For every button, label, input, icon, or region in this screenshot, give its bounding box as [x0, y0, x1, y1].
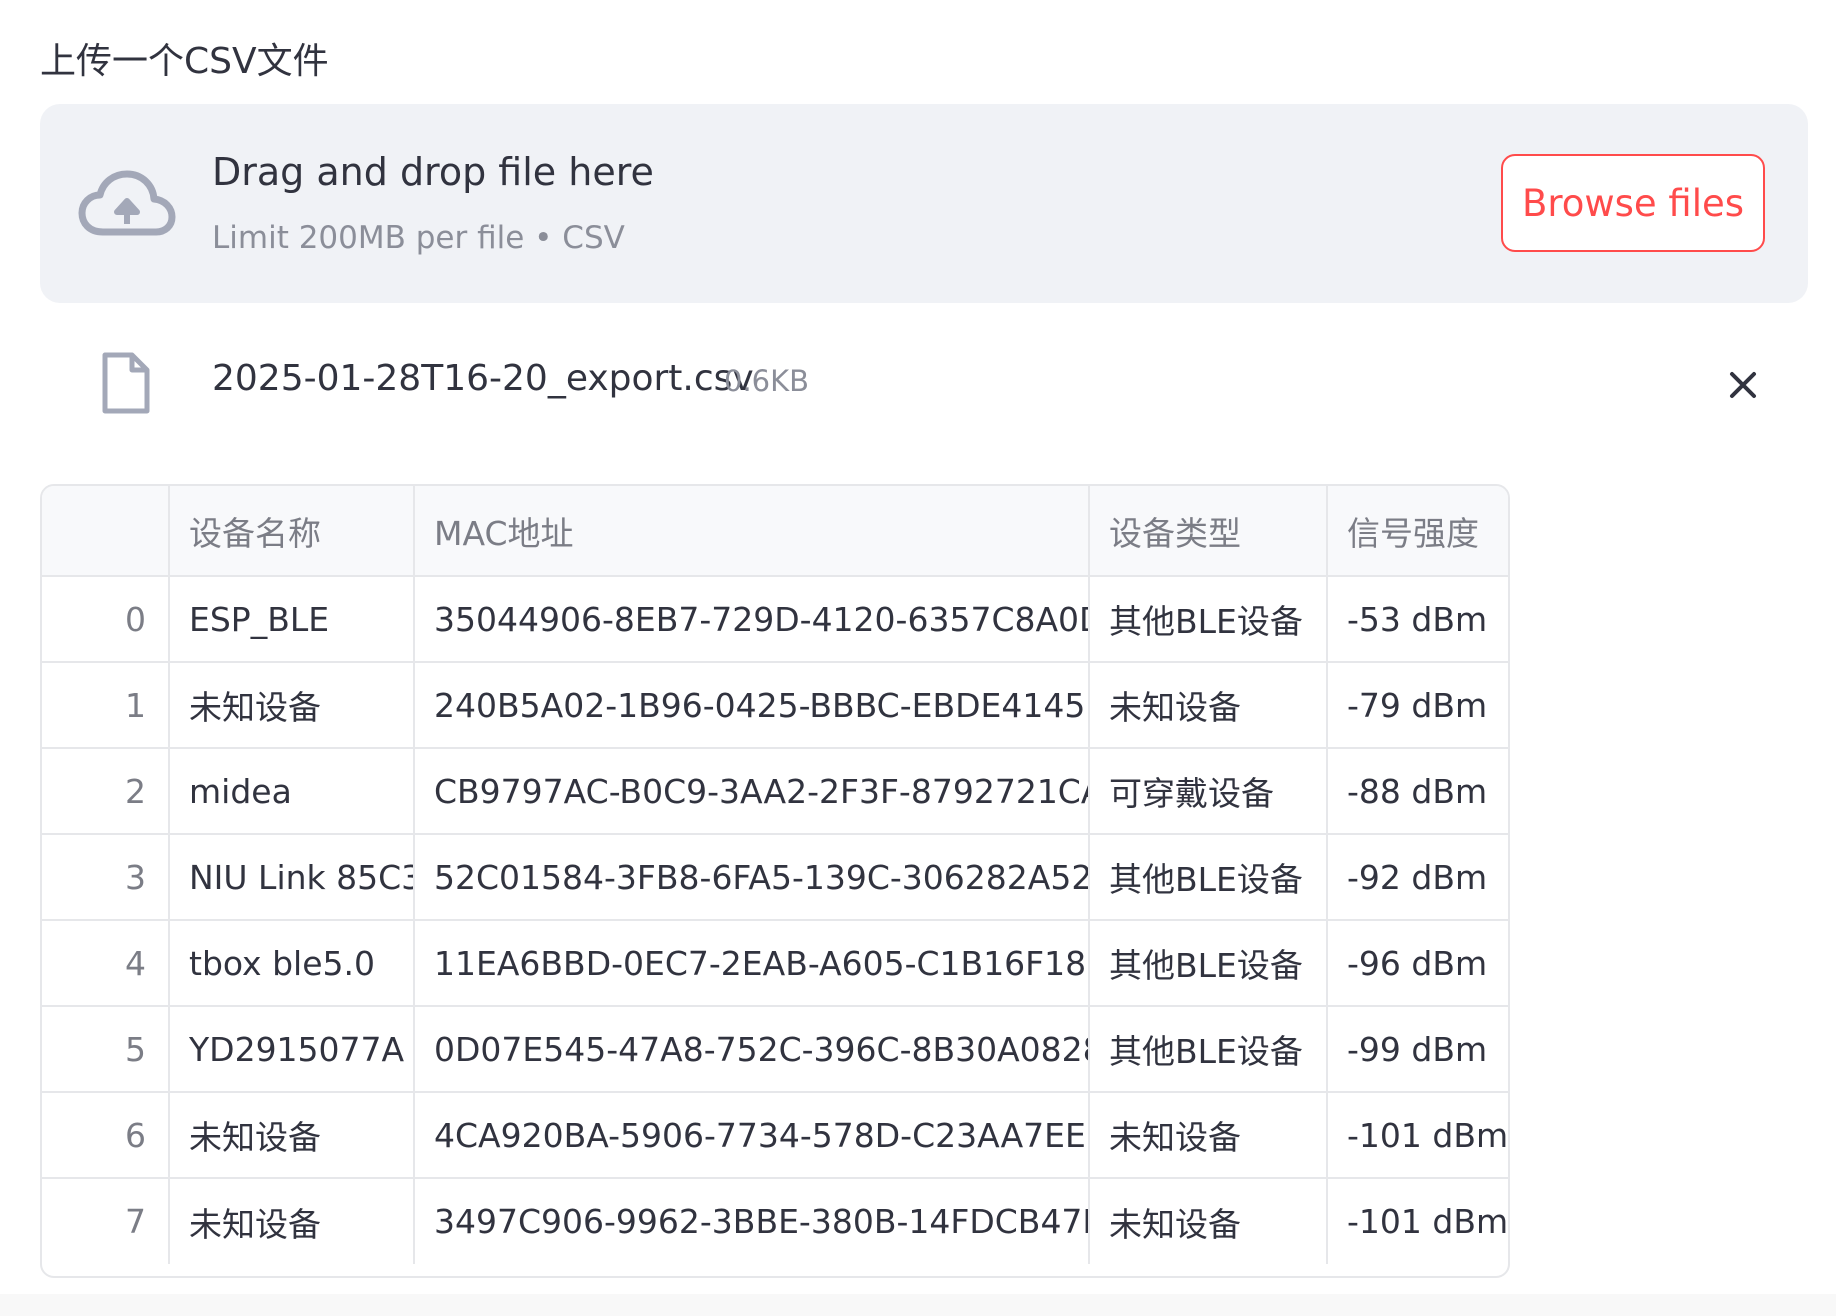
cell-signal-strength[interactable]: -101 dBm: [1327, 1092, 1508, 1179]
data-table[interactable]: 设备名称 MAC地址 设备类型 信号强度 0 ESP_BLE 35044906-…: [40, 484, 1510, 1278]
row-index[interactable]: 5: [42, 1006, 170, 1093]
cell-device-type[interactable]: 未知设备: [1089, 1178, 1328, 1264]
row-index[interactable]: 0: [42, 576, 170, 663]
cell-signal-strength[interactable]: -92 dBm: [1327, 834, 1508, 921]
row-index[interactable]: 4: [42, 920, 170, 1007]
cell-mac-address[interactable]: 240B5A02-1B96-0425-BBBC-EBDE41457B28: [414, 662, 1090, 749]
column-header-index[interactable]: [42, 486, 170, 577]
cell-device-type[interactable]: 未知设备: [1089, 1092, 1328, 1179]
cell-signal-strength[interactable]: -53 dBm: [1327, 576, 1508, 663]
cell-device-name[interactable]: 未知设备: [169, 1178, 415, 1264]
column-header-mac-address[interactable]: MAC地址: [414, 486, 1090, 577]
table-row: 0 ESP_BLE 35044906-8EB7-729D-4120-6357C8…: [42, 576, 1508, 663]
cell-signal-strength[interactable]: -96 dBm: [1327, 920, 1508, 1007]
uploaded-file-size: 0.6KB: [724, 364, 810, 398]
cell-mac-address[interactable]: 52C01584-3FB8-6FA5-139C-306282A52641: [414, 834, 1090, 921]
cell-device-name[interactable]: ESP_BLE: [169, 576, 415, 663]
dropzone-title: Drag and drop file here: [212, 150, 654, 194]
cell-signal-strength[interactable]: -79 dBm: [1327, 662, 1508, 749]
table-row: 3 NIU Link 85C3 52C01584-3FB8-6FA5-139C-…: [42, 834, 1508, 921]
uploaded-file-row: 2025-01-28T16-20_export.csv 0.6KB: [40, 340, 1808, 430]
cell-device-name[interactable]: NIU Link 85C3: [169, 834, 415, 921]
close-icon[interactable]: [1720, 362, 1766, 408]
column-header-device-name[interactable]: 设备名称: [169, 486, 415, 577]
cell-mac-address[interactable]: 35044906-8EB7-729D-4120-6357C8A0D142: [414, 576, 1090, 663]
cell-device-name[interactable]: tbox ble5.0: [169, 920, 415, 1007]
column-header-signal-strength[interactable]: 信号强度: [1327, 486, 1508, 577]
table-row: 4 tbox ble5.0 11EA6BBD-0EC7-2EAB-A605-C1…: [42, 920, 1508, 1007]
cell-device-name[interactable]: YD2915077A: [169, 1006, 415, 1093]
browse-files-button[interactable]: Browse files: [1501, 154, 1765, 252]
row-index[interactable]: 7: [42, 1178, 170, 1264]
table-header-row: 设备名称 MAC地址 设备类型 信号强度: [42, 486, 1508, 577]
row-index[interactable]: 6: [42, 1092, 170, 1179]
cell-device-type[interactable]: 未知设备: [1089, 662, 1328, 749]
cell-mac-address[interactable]: 4CA920BA-5906-7734-578D-C23AA7EEF3E4: [414, 1092, 1090, 1179]
cell-device-type[interactable]: 其他BLE设备: [1089, 920, 1328, 1007]
table-row: 1 未知设备 240B5A02-1B96-0425-BBBC-EBDE41457…: [42, 662, 1508, 749]
cell-mac-address[interactable]: 3497C906-9962-3BBE-380B-14FDCB47E886: [414, 1178, 1090, 1264]
dropzone-limit-text: Limit 200MB per file • CSV: [212, 220, 625, 256]
cell-signal-strength[interactable]: -101 dBm: [1327, 1178, 1508, 1264]
row-index[interactable]: 2: [42, 748, 170, 835]
table-row: 5 YD2915077A 0D07E545-47A8-752C-396C-8B3…: [42, 1006, 1508, 1093]
cell-mac-address[interactable]: 11EA6BBD-0EC7-2EAB-A605-C1B16F183A79: [414, 920, 1090, 1007]
cell-device-type[interactable]: 其他BLE设备: [1089, 1006, 1328, 1093]
cell-device-name[interactable]: 未知设备: [169, 1092, 415, 1179]
uploader-label: 上传一个CSV文件: [40, 41, 329, 82]
cell-device-name[interactable]: midea: [169, 748, 415, 835]
cell-signal-strength[interactable]: -99 dBm: [1327, 1006, 1508, 1093]
cell-mac-address[interactable]: CB9797AC-B0C9-3AA2-2F3F-8792721CAE28: [414, 748, 1090, 835]
cell-device-type[interactable]: 其他BLE设备: [1089, 834, 1328, 921]
cell-signal-strength[interactable]: -88 dBm: [1327, 748, 1508, 835]
row-index[interactable]: 1: [42, 662, 170, 749]
cell-device-type[interactable]: 可穿戴设备: [1089, 748, 1328, 835]
cell-mac-address[interactable]: 0D07E545-47A8-752C-396C-8B30A0828417: [414, 1006, 1090, 1093]
row-index[interactable]: 3: [42, 834, 170, 921]
table-row: 6 未知设备 4CA920BA-5906-7734-578D-C23AA7EEF…: [42, 1092, 1508, 1179]
cell-device-name[interactable]: 未知设备: [169, 662, 415, 749]
bottom-edge-strip: [0, 1294, 1836, 1316]
uploaded-file-name: 2025-01-28T16-20_export.csv: [212, 358, 754, 399]
table-row: 2 midea CB9797AC-B0C9-3AA2-2F3F-8792721C…: [42, 748, 1508, 835]
table-row: 7 未知设备 3497C906-9962-3BBE-380B-14FDCB47E…: [42, 1178, 1508, 1264]
cloud-upload-icon: [78, 170, 176, 236]
file-dropzone[interactable]: Drag and drop file here Limit 200MB per …: [40, 104, 1808, 303]
column-header-device-type[interactable]: 设备类型: [1089, 486, 1328, 577]
cell-device-type[interactable]: 其他BLE设备: [1089, 576, 1328, 663]
file-icon: [102, 352, 150, 414]
